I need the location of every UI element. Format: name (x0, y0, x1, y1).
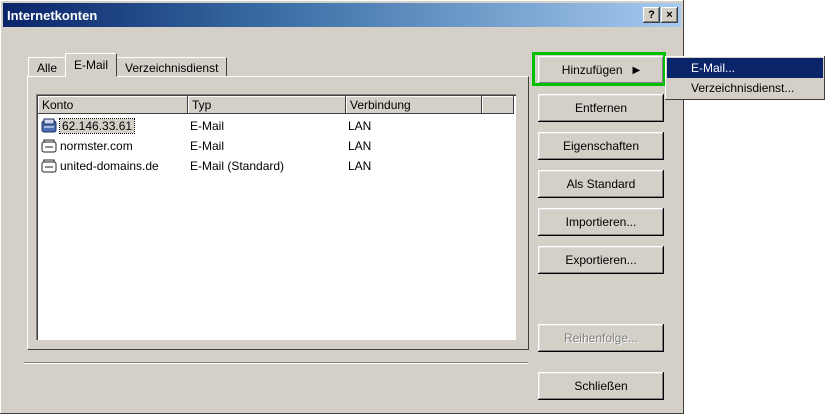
mail-account-icon (41, 139, 57, 153)
account-name: united-domains.de (60, 159, 159, 173)
remove-button[interactable]: Entfernen (538, 94, 664, 122)
accounts-list[interactable]: Konto Typ Verbindung 62.146.33.61 E-Mail… (36, 94, 516, 340)
close-window-button[interactable]: × (661, 7, 678, 23)
account-type: E-Mail (190, 119, 225, 133)
export-button[interactable]: Exportieren... (538, 246, 664, 274)
list-item[interactable]: united-domains.de E-Mail (Standard) LAN (40, 156, 484, 176)
tab-directory-service[interactable]: Verzeichnisdienst (116, 57, 228, 77)
internet-accounts-dialog: Internetkonten ? × Alle E-Mail Verzeichn… (0, 0, 684, 414)
column-header-konto[interactable]: Konto (38, 96, 188, 114)
server-account-icon (41, 118, 57, 133)
add-button-highlight (532, 52, 666, 86)
window-title: Internetkonten (7, 7, 98, 23)
list-item[interactable]: normster.com E-Mail LAN (40, 136, 484, 156)
account-connection: LAN (348, 139, 372, 153)
title-bar[interactable]: Internetkonten ? × (3, 3, 681, 27)
help-button[interactable]: ? (643, 7, 660, 23)
account-name: 62.146.33.61 (58, 118, 136, 134)
set-default-button[interactable]: Als Standard (538, 170, 664, 198)
separator (24, 362, 528, 364)
import-button[interactable]: Importieren... (538, 208, 664, 236)
list-header: Konto Typ Verbindung (38, 96, 514, 114)
list-item[interactable]: 62.146.33.61 E-Mail LAN (40, 116, 484, 136)
properties-button[interactable]: Eigenschaften (538, 132, 664, 160)
mail-account-icon (41, 159, 57, 173)
tab-all[interactable]: Alle (28, 57, 67, 77)
menu-item-email[interactable]: E-Mail... (667, 58, 823, 78)
account-type: E-Mail (Standard) (190, 159, 285, 173)
account-connection: LAN (348, 119, 372, 133)
tab-email[interactable]: E-Mail (65, 53, 118, 77)
close-button[interactable]: Schließen (538, 372, 664, 400)
menu-item-directory-service[interactable]: Verzeichnisdienst... (667, 78, 823, 98)
tab-strip: Alle E-Mail Verzeichnisdienst (28, 53, 228, 77)
order-button[interactable]: Reihenfolge... (538, 324, 664, 352)
account-connection: LAN (348, 159, 372, 173)
account-type: E-Mail (190, 139, 225, 153)
account-name: normster.com (60, 139, 133, 153)
column-header-filler (482, 96, 514, 114)
column-header-verbindung[interactable]: Verbindung (346, 96, 482, 114)
add-submenu: E-Mail... Verzeichnisdienst... (665, 56, 825, 100)
column-header-typ[interactable]: Typ (188, 96, 346, 114)
